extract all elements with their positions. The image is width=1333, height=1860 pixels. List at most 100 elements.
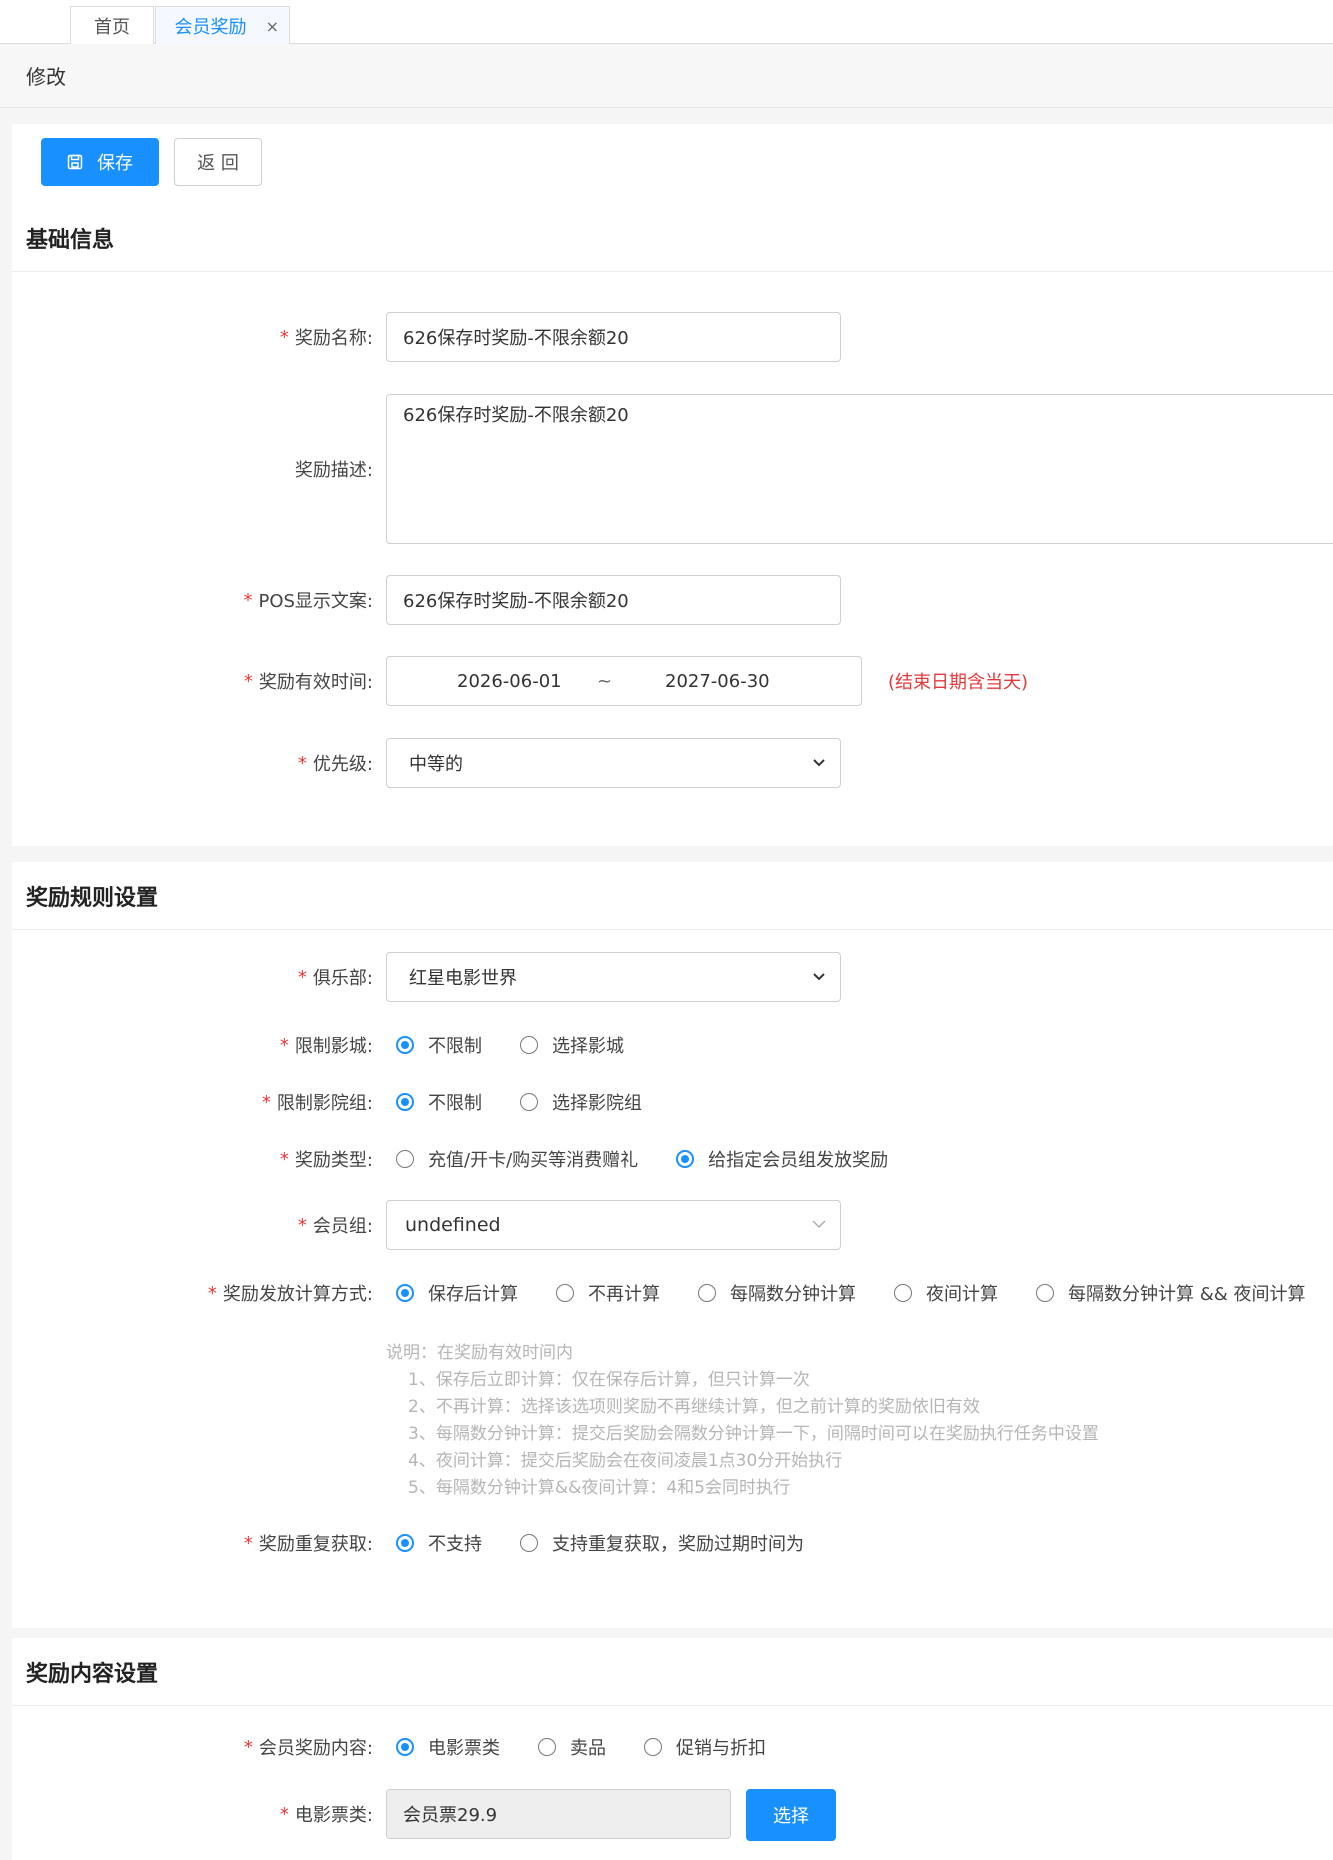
reward-content-radios: 电影票类 卖品 促销与折扣 (396, 1722, 804, 1772)
valid-time-range[interactable]: 2026-06-01 ~ 2027-06-30 (386, 656, 862, 706)
reward-content-panel: 奖励内容设置 * 会员奖励内容: 电影票类 卖品 促销与折扣 * 电影票类: 会员票… (12, 1638, 1333, 1860)
reward-name-input[interactable]: 626保存时奖励-不限余额20 (386, 312, 841, 362)
end-date-hint: (结束日期含当天) (888, 672, 1029, 693)
save-button[interactable]: 保存 (41, 138, 159, 186)
calc-mode-label: * 奖励发放计算方式: (207, 1282, 373, 1306)
radio-unchecked-icon (698, 1284, 716, 1302)
radio-type-consume[interactable]: 充值/开卡/购买等消费赠礼 (396, 1146, 638, 1172)
reward-desc-textarea[interactable]: 626保存时奖励-不限余额20 (386, 394, 1333, 544)
calc-mode-radios: 保存后计算 不再计算 每隔数分钟计算 夜间计算 每隔数分钟计算 && 夜间计算 (396, 1268, 1306, 1318)
select-ticket-button-label: 选择 (773, 1806, 809, 1827)
page-title: 修改 (26, 65, 66, 89)
tab-home-label: 首页 (94, 16, 130, 38)
close-icon[interactable]: × (266, 17, 279, 36)
limit-cinema-label: * 限制影城: (279, 1034, 373, 1058)
calc-mode-row: * 奖励发放计算方式: 保存后计算 不再计算 每隔数分钟计算 夜间计算 每隔数分钟… (12, 1268, 1333, 1318)
radio-calc-after-save[interactable]: 保存后计算 (396, 1280, 518, 1306)
radio-calc-interval-night[interactable]: 每隔数分钟计算 && 夜间计算 (1036, 1280, 1306, 1306)
reward-rules-panel: 奖励规则设置 * 俱乐部: 红星电影世界 * 限制影城: 不限制 选择影城 * 限制影… (12, 862, 1333, 1628)
radio-calc-none[interactable]: 不再计算 (556, 1280, 660, 1306)
radio-unchecked-icon (644, 1738, 662, 1756)
reward-desc-label: 奖励描述: (294, 460, 373, 481)
tab-member-reward[interactable]: 会员奖励 × (155, 6, 290, 44)
radio-checked-icon (396, 1284, 414, 1302)
radio-calc-interval[interactable]: 每隔数分钟计算 (698, 1280, 856, 1306)
page-title-bar: 修改 (0, 44, 1333, 108)
radio-cinema-group-select[interactable]: 选择影院组 (520, 1089, 642, 1115)
toolbar: 保存 返 回 (12, 124, 1333, 204)
basic-info-panel: 保存 返 回 基础信息 * 奖励名称: 626保存时奖励-不限余额20 奖励描述:… (12, 124, 1333, 846)
priority-label: * 优先级: (297, 752, 373, 776)
ticket-row: * 电影票类: 会员票29.9 选择 (12, 1789, 1333, 1841)
note-item: 1、保存后立即计算：仅在保存后计算，但只计算一次 (408, 1370, 810, 1390)
radio-cinema-select[interactable]: 选择影城 (520, 1032, 624, 1058)
valid-end-date[interactable]: 2027-06-30 (665, 671, 770, 692)
club-label: * 俱乐部: (297, 966, 373, 990)
radio-calc-night[interactable]: 夜间计算 (894, 1280, 998, 1306)
reward-content-row: * 会员奖励内容: 电影票类 卖品 促销与折扣 (12, 1722, 1333, 1772)
chevron-down-icon (812, 1220, 826, 1228)
radio-repeat-yes[interactable]: 支持重复获取，奖励过期时间为 (520, 1530, 804, 1556)
member-group-row: * 会员组: undefined (12, 1200, 1333, 1250)
back-button-label: 返 回 (197, 153, 239, 174)
limit-cinema-group-radios: 不限制 选择影院组 (396, 1077, 680, 1127)
tab-home[interactable]: 首页 (70, 6, 154, 44)
back-button[interactable]: 返 回 (174, 138, 262, 186)
limit-cinema-radios: 不限制 选择影城 (396, 1020, 662, 1070)
reward-name-label: * 奖励名称: (279, 326, 373, 350)
radio-unchecked-icon (894, 1284, 912, 1302)
reward-type-radios: 充值/开卡/购买等消费赠礼 给指定会员组发放奖励 (396, 1134, 926, 1184)
save-button-label: 保存 (97, 153, 133, 174)
pos-text-row: * POS显示文案: 626保存时奖励-不限余额20 (12, 575, 1333, 625)
reward-type-label: * 奖励类型: (279, 1148, 373, 1172)
limit-cinema-group-label: * 限制影院组: (261, 1091, 373, 1115)
radio-content-promo[interactable]: 促销与折扣 (644, 1734, 766, 1760)
radio-unchecked-icon (520, 1036, 538, 1054)
note-item: 5、每隔数分钟计算&&夜间计算：4和5会同时执行 (408, 1478, 790, 1498)
member-group-select[interactable]: undefined (386, 1200, 841, 1250)
radio-content-goods[interactable]: 卖品 (538, 1734, 606, 1760)
radio-repeat-no[interactable]: 不支持 (396, 1530, 482, 1556)
radio-unchecked-icon (538, 1738, 556, 1756)
section-title-rules: 奖励规则设置 (26, 885, 159, 911)
radio-checked-icon (396, 1534, 414, 1552)
radio-unchecked-icon (1036, 1284, 1054, 1302)
club-row: * 俱乐部: 红星电影世界 (12, 952, 1333, 1002)
section-title-content: 奖励内容设置 (26, 1661, 159, 1687)
section-title-basic: 基础信息 (26, 227, 115, 253)
repeat-label: * 奖励重复获取: (243, 1532, 373, 1556)
ticket-label: * 电影票类: (279, 1803, 373, 1827)
priority-select[interactable]: 中等的 (386, 738, 841, 788)
note-item: 3、每隔数分钟计算：提交后奖励会隔数分钟计算一下，间隔时间可以在奖励执行任务中设… (408, 1424, 1099, 1444)
limit-cinema-row: * 限制影城: 不限制 选择影城 (12, 1020, 1333, 1070)
date-range-separator: ~ (597, 670, 613, 692)
club-select[interactable]: 红星电影世界 (386, 952, 841, 1002)
radio-unchecked-icon (520, 1093, 538, 1111)
reward-content-label: * 会员奖励内容: (243, 1736, 373, 1760)
save-icon (67, 154, 83, 170)
member-group-label: * 会员组: (297, 1214, 373, 1238)
valid-time-row: * 奖励有效时间: 2026-06-01 ~ 2027-06-30 (结束日期含当… (12, 656, 1333, 706)
ticket-input: 会员票29.9 (386, 1789, 731, 1839)
valid-time-label: * 奖励有效时间: (243, 670, 373, 694)
radio-checked-icon (396, 1738, 414, 1756)
valid-start-date[interactable]: 2026-06-01 (457, 671, 562, 692)
radio-unchecked-icon (556, 1284, 574, 1302)
radio-checked-icon (396, 1093, 414, 1111)
tab-member-reward-label: 会员奖励 (174, 16, 247, 38)
select-ticket-button[interactable]: 选择 (746, 1789, 836, 1841)
radio-type-member-group[interactable]: 给指定会员组发放奖励 (676, 1146, 888, 1172)
radio-cinema-unlimited[interactable]: 不限制 (396, 1032, 482, 1058)
pos-text-input[interactable]: 626保存时奖励-不限余额20 (386, 575, 841, 625)
priority-row: * 优先级: 中等的 (12, 738, 1333, 788)
note-item: 4、夜间计算：提交后奖励会在夜间凌晨1点30分开始执行 (408, 1451, 843, 1471)
reward-name-row: * 奖励名称: 626保存时奖励-不限余额20 (12, 312, 1333, 362)
radio-content-ticket[interactable]: 电影票类 (396, 1734, 500, 1760)
section-header-content: 奖励内容设置 (12, 1638, 1333, 1706)
section-header-basic: 基础信息 (12, 204, 1333, 272)
calc-mode-note: 说明：在奖励有效时间内 1、保存后立即计算：仅在保存后计算，但只计算一次 2、不… (386, 1340, 1286, 1502)
radio-cinema-group-unlimited[interactable]: 不限制 (396, 1089, 482, 1115)
limit-cinema-group-row: * 限制影院组: 不限制 选择影院组 (12, 1077, 1333, 1127)
section-header-rules: 奖励规则设置 (12, 862, 1333, 930)
chevron-down-icon (813, 759, 825, 767)
